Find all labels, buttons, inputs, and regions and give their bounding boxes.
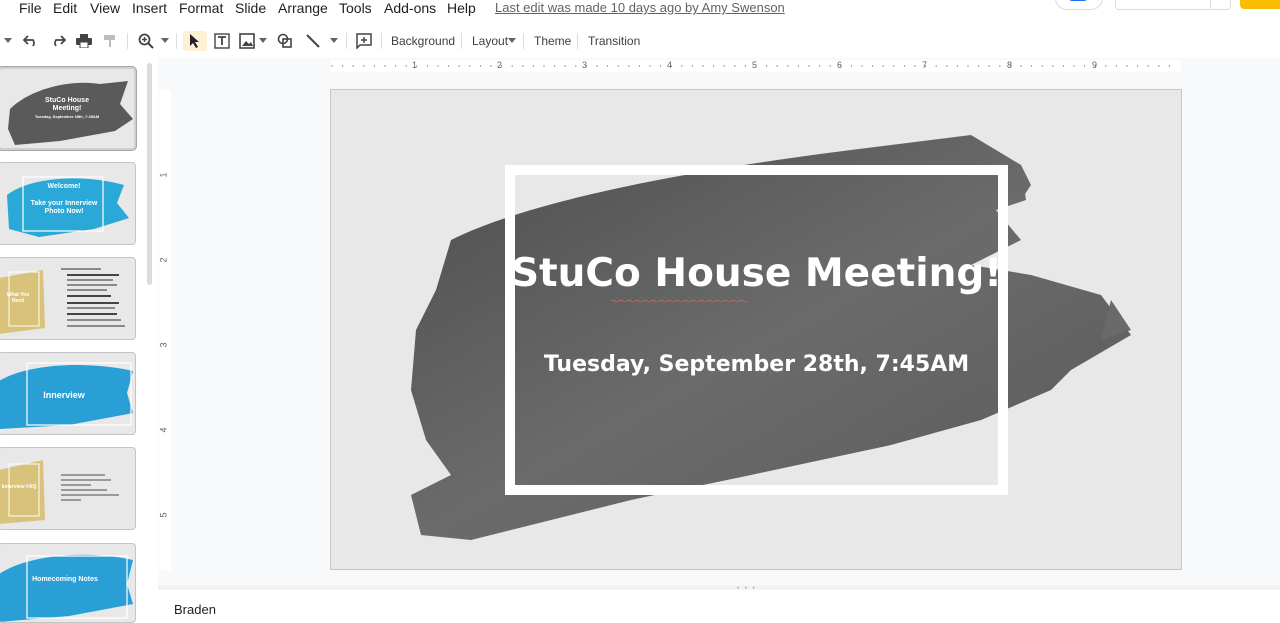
select-icon[interactable] <box>183 31 207 51</box>
zoom-icon[interactable] <box>134 31 158 51</box>
last-edit-link[interactable]: Last edit was made 10 days ago by Amy Sw… <box>495 0 785 16</box>
toolbar-divider <box>523 33 524 49</box>
menu-view[interactable]: View <box>90 0 120 16</box>
thumb-subtitle: Take your Innerview Photo Now! <box>30 200 98 215</box>
present-icon <box>1068 0 1088 1</box>
toolbar: Background Layout Theme Transition <box>0 24 1280 58</box>
ruler-label: 4 <box>158 427 169 433</box>
undo-icon[interactable] <box>20 31 42 51</box>
menu-slide[interactable]: Slide <box>235 0 266 16</box>
ruler-label: 1 <box>412 60 418 70</box>
horizontal-ruler[interactable]: 1 2 3 4 5 6 7 8 9 <box>172 58 1280 74</box>
toolbar-divider <box>346 33 347 49</box>
slide-thumbnail-5[interactable]: Innerview FAQ <box>0 447 136 530</box>
thumb-title: Homecoming Notes <box>32 576 98 583</box>
slide-title[interactable]: StuCo House Meeting! <box>505 248 1008 299</box>
theme-button[interactable]: Theme <box>534 33 571 49</box>
ruler-label: 2 <box>158 257 169 263</box>
ruler-label: 2 <box>497 60 503 70</box>
share-button[interactable] <box>1240 0 1280 9</box>
ruler-label: 7 <box>922 60 928 70</box>
menu-format[interactable]: Format <box>179 0 223 16</box>
ruler-label: 8 <box>1007 60 1013 70</box>
menu-tools[interactable]: Tools <box>339 0 372 16</box>
comment-icon[interactable] <box>353 31 375 51</box>
ruler-label: 5 <box>158 512 169 518</box>
thumb-title: Welcome! <box>47 183 81 190</box>
menu-arrange[interactable]: Arrange <box>278 0 328 16</box>
ruler-label: 9 <box>1092 60 1098 70</box>
ruler-label: 5 <box>752 60 758 70</box>
slide-filmstrip: StuCo House Meeting! Tuesday, September … <box>0 58 158 623</box>
slide-thumbnail-6[interactable]: Homecoming Notes <box>0 543 136 623</box>
background-button[interactable]: Background <box>391 33 455 49</box>
present-button[interactable] <box>1055 0 1103 10</box>
ruler-slide-range <box>159 90 171 570</box>
slide-thumbnail-3[interactable]: What You Need <box>0 257 136 340</box>
toolbar-divider <box>127 33 128 49</box>
image-icon[interactable] <box>236 31 258 51</box>
text-box-icon[interactable] <box>210 31 234 51</box>
spellcheck-underline <box>611 299 747 302</box>
thumb-title: Innerview <box>43 390 85 400</box>
layout-dropdown-icon[interactable] <box>507 31 517 51</box>
title-frame <box>505 165 1008 495</box>
toolbar-divider <box>461 33 462 49</box>
line-dropdown-icon[interactable] <box>328 31 340 51</box>
slide-subtitle[interactable]: Tuesday, September 28th, 7:45AM <box>505 351 1008 379</box>
menu-help[interactable]: Help <box>447 0 476 16</box>
menu-insert[interactable]: Insert <box>132 0 167 16</box>
slideshow-divider <box>1210 0 1211 10</box>
ruler-label: 6 <box>837 60 843 70</box>
slideshow-button[interactable] <box>1115 0 1231 10</box>
speaker-notes[interactable]: Braden <box>158 590 1280 617</box>
menu-edit[interactable]: Edit <box>53 0 77 16</box>
vertical-ruler[interactable]: 1 2 3 4 5 <box>158 74 172 585</box>
redo-icon[interactable] <box>47 31 69 51</box>
toolbar-divider <box>176 33 177 49</box>
slide-thumbnail-2[interactable]: Welcome! Take your Innerview Photo Now! <box>0 162 136 245</box>
layout-button[interactable]: Layout <box>472 33 508 49</box>
zoom-dropdown-icon[interactable] <box>159 31 171 51</box>
slide-thumbnail-1[interactable]: StuCo House Meeting! Tuesday, September … <box>0 67 136 150</box>
thumb-subtitle: Tuesday, September 28th, 7:45AM <box>34 114 100 119</box>
speaker-notes-text[interactable]: Braden <box>174 602 216 617</box>
ruler-ticks <box>331 65 1170 67</box>
toolbar-dropdown-icon[interactable] <box>2 31 14 51</box>
ruler-label: 3 <box>582 60 588 70</box>
filmstrip-scrollbar-thumb[interactable] <box>147 63 152 285</box>
menu-file[interactable]: File <box>19 0 42 16</box>
image-dropdown-icon[interactable] <box>257 31 269 51</box>
ruler-label: 3 <box>158 342 169 348</box>
thumb-title: Innerview FAQ <box>1 484 37 490</box>
menu-bar: File Edit View Insert Format Slide Arran… <box>0 0 1280 18</box>
toolbar-divider <box>577 33 578 49</box>
thumb-title: What You Need <box>6 292 30 304</box>
paint-format-icon[interactable] <box>99 31 121 51</box>
line-icon[interactable] <box>302 31 324 51</box>
ruler-label: 4 <box>667 60 673 70</box>
ruler-label: 1 <box>158 172 169 178</box>
toolbar-divider <box>381 33 382 49</box>
shape-icon[interactable] <box>274 31 296 51</box>
menu-addons[interactable]: Add-ons <box>384 0 436 16</box>
thumb-title: StuCo House Meeting! <box>45 97 89 112</box>
slide-thumbnail-4[interactable]: Innerview <box>0 352 136 435</box>
transition-button[interactable]: Transition <box>588 33 640 49</box>
slide-canvas[interactable]: StuCo House Meeting! Tuesday, September … <box>330 89 1182 570</box>
print-icon[interactable] <box>73 31 95 51</box>
